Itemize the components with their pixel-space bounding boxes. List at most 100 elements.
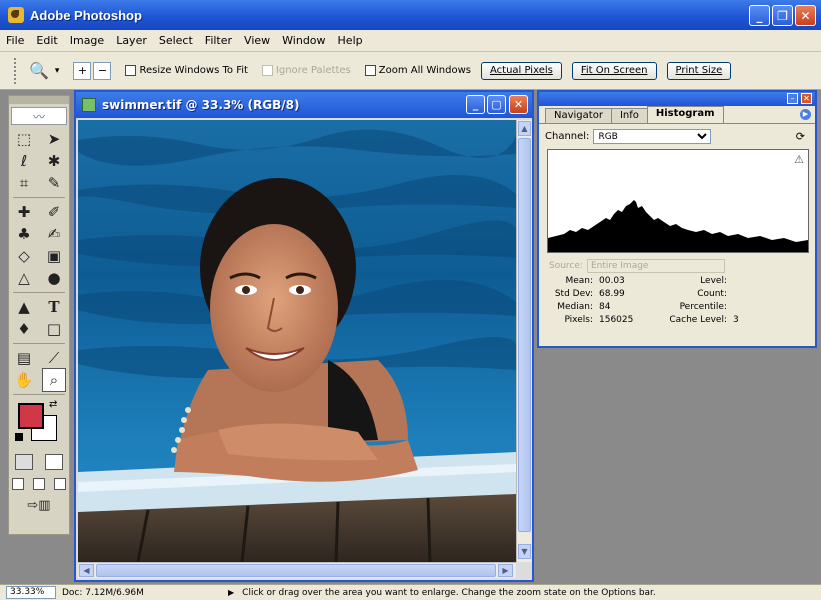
swap-colors-icon[interactable]: ⇄ [49, 399, 57, 410]
histogram-shape [548, 200, 808, 252]
palette-tabs: Navigator Info Histogram ▶ [539, 106, 815, 124]
zoom-in-icon[interactable]: + [73, 61, 92, 80]
vertical-scrollbar[interactable]: ▲ ▼ [516, 120, 532, 562]
app-title: Adobe Photoshop [30, 7, 142, 23]
feather-logo-icon[interactable]: 〰 [11, 107, 67, 125]
status-bar: 33.33% Doc: 7.12M/6.96M ▶ Click or drag … [0, 584, 821, 600]
menu-edit[interactable]: Edit [36, 34, 57, 47]
screen-mode-full-icon[interactable] [53, 478, 66, 490]
default-colors-icon[interactable] [15, 433, 23, 441]
move-tool-icon[interactable]: ➤ [42, 128, 66, 150]
doc-maximize-icon[interactable]: ▢ [487, 95, 506, 114]
fit-on-screen-button[interactable]: Fit On Screen [571, 61, 657, 80]
menu-window[interactable]: Window [282, 34, 325, 47]
screen-mode-standard-icon[interactable] [12, 478, 25, 490]
toolbox: 〰 ⬚ ➤ ℓ ✱ ⌗ ✎ ✚ ✐ ♣ ✍ ◇ ▣ △ ● ▲ T ♦ □ ▤ ⟋ ✋ ⌕ ⇄ ⇨▥ [8, 95, 70, 535]
palette-minimize-icon[interactable]: – [787, 93, 798, 104]
clone-stamp-tool-icon[interactable]: ♣ [12, 223, 36, 245]
menu-help[interactable]: Help [338, 34, 363, 47]
doc-size[interactable]: Doc: 7.12M/6.96M [62, 588, 228, 598]
print-size-button[interactable]: Print Size [666, 61, 732, 80]
restore-icon[interactable]: ❐ [772, 5, 793, 26]
eraser-tool-icon[interactable]: ◇ [12, 245, 36, 267]
scroll-right-icon[interactable]: ▶ [498, 564, 513, 577]
menu-file[interactable]: File [6, 34, 24, 47]
magic-wand-tool-icon[interactable]: ✱ [42, 150, 66, 172]
horizontal-scroll-thumb[interactable] [96, 564, 496, 577]
tab-info[interactable]: Info [610, 108, 648, 123]
doc-close-icon[interactable]: ✕ [509, 95, 528, 114]
status-menu-arrow-icon[interactable]: ▶ [228, 588, 234, 597]
tab-histogram[interactable]: Histogram [646, 106, 724, 123]
palette-menu-icon[interactable]: ▶ [800, 109, 811, 120]
percentile-value [731, 302, 771, 312]
eyedropper-tool-icon[interactable]: ⟋ [42, 347, 66, 369]
hand-tool-icon[interactable]: ✋ [12, 369, 36, 391]
lasso-tool-icon[interactable]: ℓ [12, 150, 36, 172]
options-grip[interactable] [14, 57, 17, 84]
source-row: Source: Entire Image [549, 259, 815, 273]
count-label: Count: [697, 289, 727, 299]
resize-windows-checkbox[interactable]: Resize Windows To Fit [125, 65, 248, 76]
close-icon[interactable]: ✕ [795, 5, 816, 26]
standard-mode-icon[interactable] [15, 454, 33, 470]
horizontal-scrollbar[interactable]: ◀ ▶ [78, 562, 516, 578]
ignore-palettes-label: Ignore Palettes [275, 65, 351, 76]
shape-tool-icon[interactable]: □ [42, 318, 66, 340]
channel-select[interactable]: RGB [593, 129, 712, 144]
history-brush-tool-icon[interactable]: ✍ [42, 223, 66, 245]
gradient-tool-icon[interactable]: ▣ [42, 245, 66, 267]
menu-image[interactable]: Image [70, 34, 104, 47]
image-canvas[interactable] [78, 120, 516, 562]
zoom-tool-icon[interactable]: ⌕ [42, 368, 66, 392]
checkbox-box[interactable] [125, 65, 137, 76]
refresh-icon[interactable]: ⟳ [796, 130, 805, 143]
zoom-tool-icon[interactable]: 🔍 [29, 61, 49, 80]
quick-mask-mode-icon[interactable] [45, 454, 63, 470]
zoom-all-windows-checkbox[interactable]: Zoom All Windows [364, 65, 471, 76]
toolbox-grip[interactable] [9, 96, 69, 104]
source-label: Source: [549, 261, 583, 271]
tab-navigator[interactable]: Navigator [545, 108, 612, 123]
scroll-down-icon[interactable]: ▼ [518, 544, 531, 559]
checkbox-box[interactable] [364, 65, 376, 76]
zoom-out-icon[interactable]: − [93, 61, 112, 80]
screen-mode-full-menu-icon[interactable] [32, 478, 45, 490]
palette-close-icon[interactable]: ✕ [801, 93, 812, 104]
slice-tool-icon[interactable]: ✎ [42, 172, 66, 194]
tool-preset-dropdown[interactable]: ▾ [55, 66, 60, 76]
menu-filter[interactable]: Filter [205, 34, 232, 47]
pen-tool-icon[interactable]: ♦ [12, 318, 36, 340]
channel-label: Channel: [545, 131, 590, 142]
source-select: Entire Image [586, 259, 725, 273]
marquee-tool-icon[interactable]: ⬚ [12, 128, 36, 150]
zoom-level-field[interactable]: 33.33% [6, 586, 56, 599]
warning-icon[interactable]: ⚠ [794, 153, 804, 166]
image-file-icon [82, 98, 96, 112]
actual-pixels-button[interactable]: Actual Pixels [480, 61, 562, 80]
menu-layer[interactable]: Layer [116, 34, 147, 47]
blur-tool-icon[interactable]: △ [12, 267, 36, 289]
palette-title-bar[interactable]: – ✕ [539, 92, 815, 106]
menu-view[interactable]: View [244, 34, 270, 47]
foreground-color-swatch[interactable] [18, 403, 44, 429]
path-selection-tool-icon[interactable]: ▲ [12, 296, 36, 318]
stddev-value: 68.99 [599, 289, 625, 299]
healing-brush-tool-icon[interactable]: ✚ [12, 201, 36, 223]
notes-tool-icon[interactable]: ▤ [12, 347, 36, 369]
options-bar: 🔍 ▾ + − Resize Windows To Fit Ignore Pal… [0, 52, 821, 90]
dodge-tool-icon[interactable]: ● [42, 267, 66, 289]
scroll-up-icon[interactable]: ▲ [518, 121, 531, 136]
photoshop-logo-icon [8, 7, 24, 23]
crop-tool-icon[interactable]: ⌗ [12, 172, 36, 194]
scroll-left-icon[interactable]: ◀ [79, 564, 94, 577]
doc-minimize-icon[interactable]: _ [466, 95, 485, 114]
document-title-bar[interactable]: swimmer.tif @ 33.3% (RGB/8) _ ▢ ✕ [76, 92, 532, 118]
type-tool-icon[interactable]: T [42, 296, 66, 318]
jump-to-imageready-icon[interactable]: ⇨▥ [27, 495, 51, 517]
histogram-graph: ⚠ [547, 149, 809, 253]
brush-tool-icon[interactable]: ✐ [42, 201, 66, 223]
menu-select[interactable]: Select [159, 34, 193, 47]
vertical-scroll-thumb[interactable] [518, 138, 531, 532]
minimize-icon[interactable]: _ [749, 5, 770, 26]
